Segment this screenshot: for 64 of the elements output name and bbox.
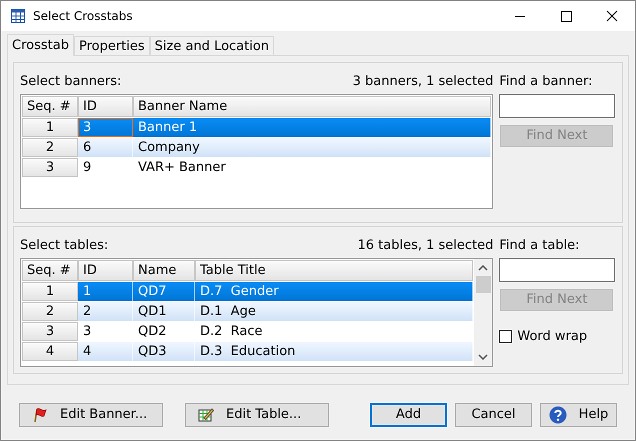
table-cell: QD7 xyxy=(133,282,195,301)
column-header[interactable]: Seq. # xyxy=(22,260,78,281)
scroll-up-icon[interactable] xyxy=(478,265,488,271)
edit-banner-button[interactable]: Edit Banner... xyxy=(19,403,163,427)
column-header[interactable]: ID xyxy=(78,96,133,117)
table-cell: QD1 xyxy=(133,302,195,321)
table-cell: Company xyxy=(133,138,492,157)
find-label: Find a table: xyxy=(499,237,581,255)
table-cell: 4 xyxy=(78,342,133,361)
flag-icon xyxy=(32,407,48,423)
edit-table-icon xyxy=(198,407,214,423)
table-cell: D.7 Gender xyxy=(195,282,474,301)
table-cell: 1 xyxy=(78,282,133,301)
search-field[interactable] xyxy=(499,94,616,118)
row-header[interactable]: 3 xyxy=(22,158,78,177)
find-label: Find a banner: xyxy=(499,73,594,91)
row-header[interactable]: 1 xyxy=(22,282,78,301)
cancel-button[interactable]: Cancel xyxy=(455,403,532,427)
section-label: Select banners: xyxy=(20,73,122,92)
column-header[interactable]: Banner Name xyxy=(133,96,492,117)
table-row[interactable]: 3 Banner 1 xyxy=(78,118,492,137)
scroll-down-icon[interactable] xyxy=(478,354,488,360)
column-header[interactable]: Name xyxy=(133,260,195,281)
table-cell: QD3 xyxy=(133,342,195,361)
table-cell: VAR+ Banner xyxy=(133,158,492,177)
table-cell: 2 xyxy=(78,302,133,321)
row-header[interactable]: 1 xyxy=(22,118,78,137)
row-header[interactable]: 2 xyxy=(22,302,78,321)
add-button[interactable]: Add xyxy=(370,403,447,427)
table-cell: 3 xyxy=(78,322,133,341)
tab[interactable]: Crosstab xyxy=(7,34,74,56)
column-header[interactable]: Table Title xyxy=(195,260,474,281)
tab[interactable]: Size and Location xyxy=(150,36,274,55)
table-row[interactable]: 2 QD1 D.1 Age xyxy=(78,302,474,321)
edit-table-button[interactable]: Edit Table... xyxy=(185,403,329,427)
table-cell: D.1 Age xyxy=(195,302,474,321)
scroll-thumb[interactable] xyxy=(476,276,491,293)
table-cell: 3 xyxy=(78,118,133,137)
table-cell: Banner 1 xyxy=(133,118,492,137)
row-header[interactable]: 4 xyxy=(22,342,78,361)
row-header[interactable]: 3 xyxy=(22,322,78,341)
help-button[interactable]: Help xyxy=(540,403,617,427)
section-label: Select tables: xyxy=(20,237,108,256)
table-cell: D.3 Education xyxy=(195,342,474,361)
selection-count: 3 banners, 1 selected xyxy=(352,73,494,92)
table-cell: D.2 Race xyxy=(195,322,474,341)
table-icon xyxy=(11,9,25,23)
window-title: Select Crosstabs xyxy=(33,8,133,25)
table-cell: QD2 xyxy=(133,322,195,341)
scrollbar[interactable] xyxy=(474,259,492,366)
column-header[interactable]: ID xyxy=(78,260,133,281)
tab[interactable]: Properties xyxy=(74,36,150,55)
table-row[interactable]: 1 QD7 D.7 Gender xyxy=(78,282,474,301)
table-cell: 9 xyxy=(78,158,133,177)
selection-count: 16 tables, 1 selected xyxy=(357,237,494,256)
checkbox[interactable] xyxy=(499,330,512,344)
checkbox-label: Word wrap xyxy=(517,328,588,346)
search-field[interactable] xyxy=(499,258,616,282)
table-cell: 6 xyxy=(78,138,133,157)
row-header[interactable]: 2 xyxy=(22,138,78,157)
table-row[interactable]: 6 Company xyxy=(78,138,492,157)
column-header[interactable]: Seq. # xyxy=(22,96,78,117)
table-row[interactable]: 4 QD3 D.3 Education xyxy=(78,342,474,361)
help-icon xyxy=(548,406,567,424)
